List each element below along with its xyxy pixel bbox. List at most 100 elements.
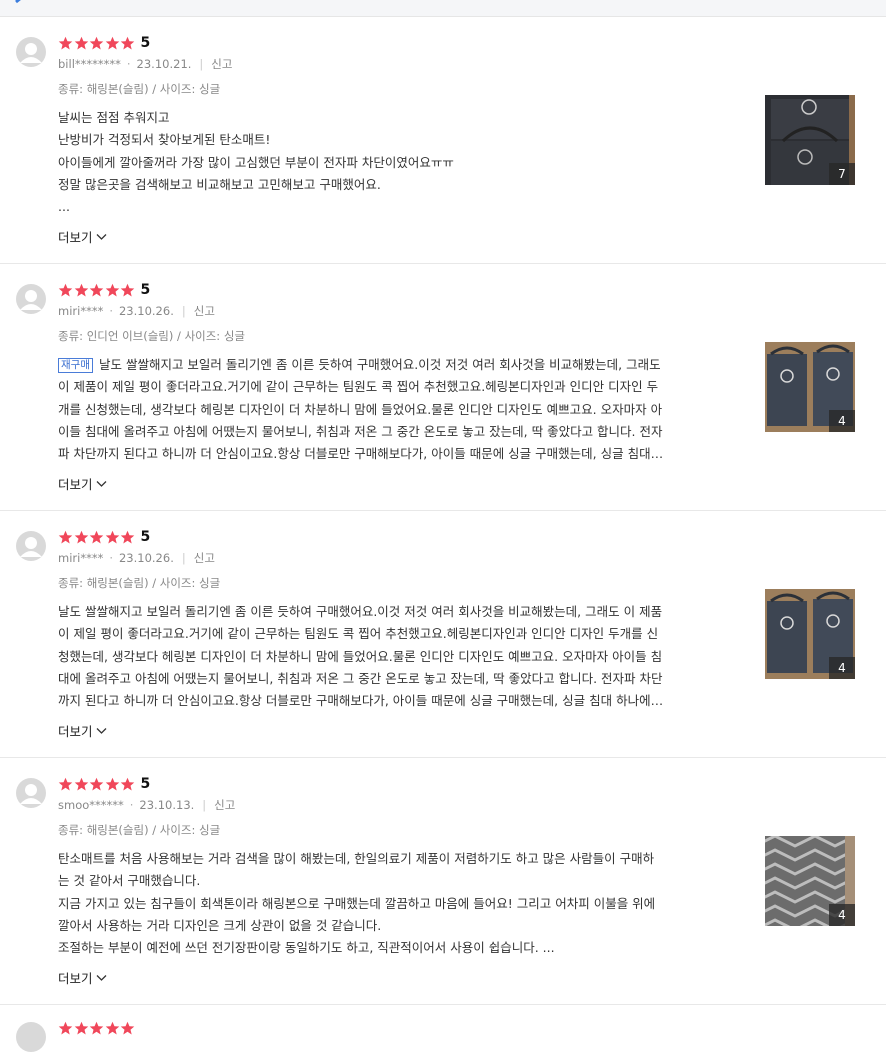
star-icon bbox=[74, 36, 88, 49]
more-label: 더보기 bbox=[58, 230, 93, 245]
rating-partial bbox=[58, 1021, 136, 1036]
review-line: 날씨는 점점 추워지고 bbox=[58, 110, 170, 125]
review-date: 23.10.26. bbox=[118, 304, 174, 318]
star-icon bbox=[74, 530, 88, 543]
star-icon bbox=[105, 36, 119, 49]
report-link[interactable]: 신고 bbox=[214, 797, 235, 813]
review-meta: smoo****** · 23.10.13. | 신고 bbox=[58, 797, 235, 813]
review-line: 는 것 같아서 구매했습니다. bbox=[58, 873, 201, 889]
more-button[interactable]: 더보기 bbox=[58, 968, 107, 987]
review-text: 재구매 날도 쌀쌀해지고 보일러 돌리기엔 좀 이른 듯하여 구매했어요.이것 저… bbox=[58, 354, 726, 465]
rating-score: 5 bbox=[140, 776, 151, 792]
review-line: 이들 침대에 올려주고 아침에 어땠는지 물어보니, 취침과 저온 그 중간 온… bbox=[58, 423, 663, 439]
review-line: 난방비가 걱정되서 찾아보게된 탄소매트! bbox=[58, 132, 271, 148]
review-date: 23.10.26. bbox=[118, 551, 174, 565]
review-line: 재구매 날도 쌀쌀해지고 보일러 돌리기엔 좀 이른 듯하여 구매했어요.이것 저… bbox=[58, 354, 726, 376]
review-line: 파 차단까지 된다고 하니까 더 안심이고요.항상 더블로만 구매해보다가, 아… bbox=[58, 446, 664, 462]
rating: 5 bbox=[58, 282, 150, 298]
review-line: ... bbox=[58, 199, 70, 215]
review-line: 개를 신청했는데, 생각보다 헤링본 디자인이 더 차분하니 맘에 들었어요.물… bbox=[58, 401, 663, 417]
star-icon bbox=[89, 36, 104, 49]
separator: | bbox=[181, 304, 186, 318]
star-icon bbox=[120, 283, 135, 296]
reviewer-id: miri**** bbox=[58, 551, 104, 565]
chevron-down-icon bbox=[96, 727, 106, 734]
review-line: 탄소매트를 처음 사용해보는 거라 검색을 많이 해봤는데, 한일의료기 제품이… bbox=[58, 851, 655, 866]
review-item: 5 bill******** · 23.10.21. | 신고 종류: 해링본(… bbox=[0, 17, 886, 264]
star-icon bbox=[74, 1021, 88, 1035]
photo-count: 7 bbox=[829, 163, 855, 185]
arrow-icon bbox=[15, 0, 21, 4]
more-button[interactable]: 더보기 bbox=[58, 721, 107, 740]
star-icon bbox=[105, 283, 119, 296]
separator: · bbox=[126, 57, 131, 71]
rating-score: 5 bbox=[140, 35, 151, 51]
review-photo[interactable]: 4 bbox=[765, 589, 855, 679]
report-link[interactable]: 신고 bbox=[211, 56, 232, 72]
avatar-icon bbox=[16, 284, 46, 314]
review-meta: miri**** · 23.10.26. | 신고 bbox=[58, 550, 215, 566]
review-line: 아이들에게 깔아줄꺼라 가장 많이 고심했던 부분이 전자파 차단이였어요ㅠㅠ bbox=[58, 154, 454, 170]
review-item: 5 smoo****** · 23.10.13. | 신고 종류: 해링본(슬림… bbox=[0, 758, 886, 1005]
review-line: 깔아서 사용하는 거라 디자인은 크게 상관이 없을 것 같습니다. bbox=[58, 917, 382, 933]
star-icon bbox=[58, 1021, 73, 1035]
more-button[interactable]: 더보기 bbox=[58, 227, 107, 246]
option-info: 종류: 인디언 이브(슬림) / 사이즈: 싱글 bbox=[58, 329, 245, 343]
review-line: 대에 올려주고 아침에 어땠는지 물어보니, 취침과 저온 그 중간 온도로 놓… bbox=[58, 670, 663, 686]
photo-count: 4 bbox=[829, 657, 855, 679]
star-icon bbox=[120, 777, 135, 790]
review-photo[interactable]: 7 bbox=[765, 95, 855, 185]
review-line: 이 제일 평이 좋더라고요.거기에 같이 근무하는 팀원도 콕 찝어 추천했고요… bbox=[58, 626, 659, 642]
review-line: 이 제품이 제일 평이 좋더라고요.거기에 같이 근무하는 팀원도 콕 찝어 추… bbox=[58, 379, 659, 395]
rating-score: 5 bbox=[140, 529, 151, 545]
review-line: 날도 쌀쌀해지고 보일러 돌리기엔 좀 이른 듯하여 구매했어요.이것 저것 여… bbox=[58, 604, 663, 619]
option-info: 종류: 해링본(슬림) / 사이즈: 싱글 bbox=[58, 82, 221, 96]
rating: 5 bbox=[58, 776, 150, 792]
more-button[interactable]: 더보기 bbox=[58, 474, 107, 493]
separator: | bbox=[199, 57, 204, 71]
star-icon bbox=[120, 36, 135, 49]
star-icon bbox=[58, 777, 73, 790]
star-icon bbox=[58, 36, 73, 49]
report-link[interactable]: 신고 bbox=[194, 303, 215, 319]
star-icon bbox=[120, 1021, 135, 1035]
rating: 5 bbox=[58, 529, 150, 545]
review-photo[interactable]: 4 bbox=[765, 342, 855, 432]
star-icon bbox=[105, 530, 119, 543]
review-meta: bill******** · 23.10.21. | 신고 bbox=[58, 56, 232, 72]
review-meta: miri**** · 23.10.26. | 신고 bbox=[58, 303, 215, 319]
review-line: 까지 된다고 하니까 더 안심이고요.항상 더블로만 구매해보다가, 아이들 때… bbox=[58, 693, 664, 709]
top-bar bbox=[0, 0, 886, 17]
more-label: 더보기 bbox=[58, 724, 93, 739]
star-icon bbox=[74, 283, 88, 296]
review-date: 23.10.21. bbox=[136, 57, 192, 71]
photo-count: 4 bbox=[829, 904, 855, 926]
star-icon bbox=[120, 530, 135, 543]
option-info: 종류: 해링본(슬림) / 사이즈: 싱글 bbox=[58, 576, 221, 590]
more-label: 더보기 bbox=[58, 971, 93, 986]
review-item: 5 miri**** · 23.10.26. | 신고 종류: 해링본(슬림) … bbox=[0, 511, 886, 758]
reviewer-id: smoo****** bbox=[58, 798, 124, 812]
review-line-text: 날도 쌀쌀해지고 보일러 돌리기엔 좀 이른 듯하여 구매했어요.이것 저것 여… bbox=[98, 357, 661, 372]
star-icon bbox=[89, 283, 104, 296]
star-icon bbox=[74, 777, 88, 790]
review-date: 23.10.13. bbox=[139, 798, 195, 812]
review-text: 날도 쌀쌀해지고 보일러 돌리기엔 좀 이른 듯하여 구매했어요.이것 저것 여… bbox=[58, 601, 726, 712]
review-photo[interactable]: 4 bbox=[765, 836, 855, 926]
avatar-icon bbox=[16, 531, 46, 561]
rating: 5 bbox=[58, 35, 150, 51]
star-icon bbox=[105, 1021, 119, 1035]
review-line: 청했는데, 생각보다 헤링본 디자인이 더 차분하니 맘에 들었어요.물론 인디… bbox=[58, 648, 663, 664]
repurchase-badge: 재구매 bbox=[58, 358, 93, 373]
review-line: 지금 가지고 있는 침구들이 회색톤이라 해링본으로 구매했는데 깔끔하고 마음… bbox=[58, 895, 656, 911]
review-item: 5 miri**** · 23.10.26. | 신고 종류: 인디언 이브(슬… bbox=[0, 264, 886, 511]
star-icon bbox=[58, 283, 73, 296]
report-link[interactable]: 신고 bbox=[194, 550, 215, 566]
star-icon bbox=[58, 530, 73, 543]
separator: · bbox=[129, 798, 134, 812]
review-line: 정말 많은곳을 검색해보고 비교해보고 고민해보고 구매했어요. bbox=[58, 176, 381, 192]
separator: · bbox=[109, 304, 113, 318]
avatar-icon bbox=[16, 37, 46, 67]
chevron-down-icon bbox=[96, 480, 106, 487]
more-label: 더보기 bbox=[58, 477, 93, 492]
